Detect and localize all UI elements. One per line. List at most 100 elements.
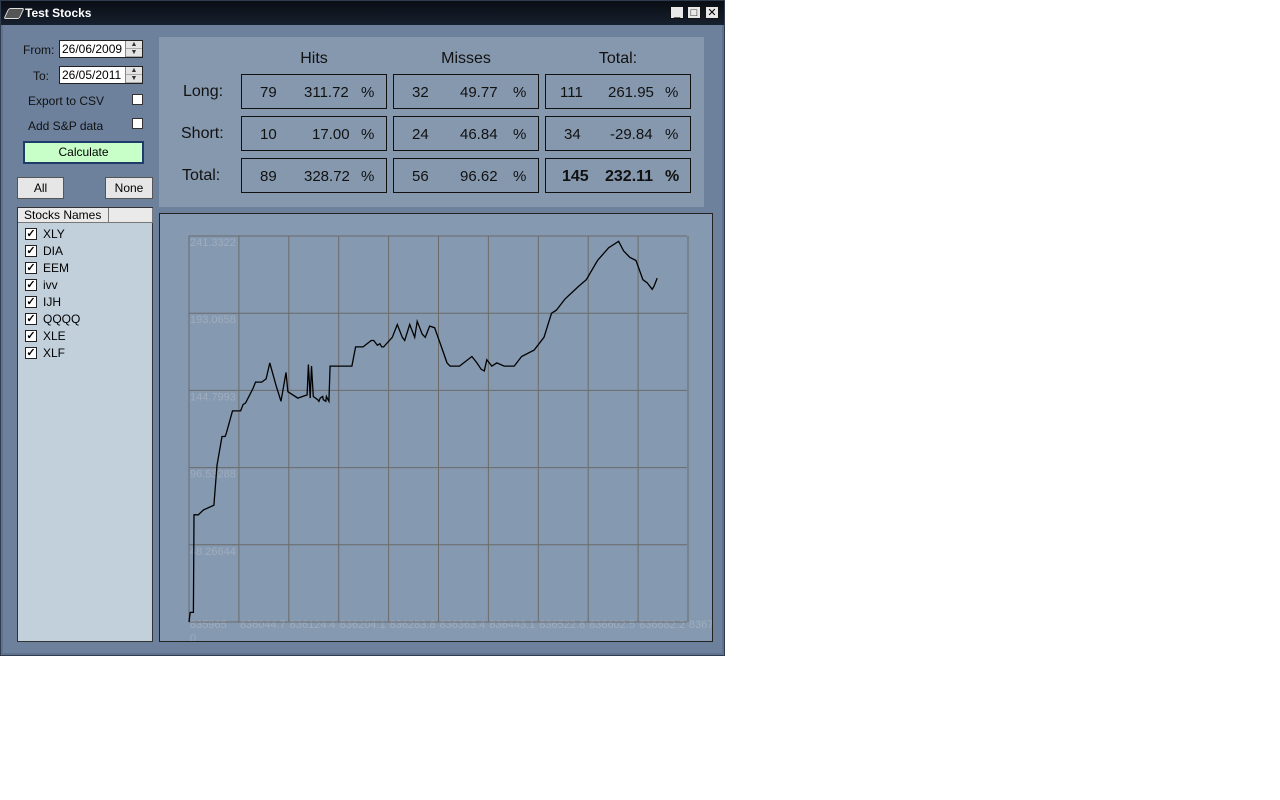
- y-tick-label: 48.26644: [190, 546, 236, 558]
- stock-checkbox[interactable]: ✓: [25, 296, 37, 308]
- export-csv-label: Export to CSV: [28, 94, 105, 108]
- short-misses-pct: 46.84: [460, 126, 498, 143]
- long-misses-pct: 49.77: [460, 84, 498, 101]
- x-tick-label: 836443.1: [489, 619, 535, 631]
- stock-checkbox[interactable]: ✓: [25, 245, 37, 257]
- results-panel: Hits Misses Total: Long: Short: Total: 7…: [159, 37, 704, 207]
- grand-total-pct: 232.11: [605, 168, 654, 185]
- stock-checkbox[interactable]: ✓: [25, 330, 37, 342]
- sp-data-label: Add S&P data: [28, 119, 104, 133]
- profit-series-line: [188, 240, 658, 623]
- spin-up-icon[interactable]: ▲: [126, 67, 142, 75]
- pct-sign: %: [513, 84, 527, 101]
- app-window: Test Stocks _ □ ✕ From: 26/06/2009 ▲ ▼ To…: [0, 0, 725, 656]
- x-tick-label: 836124.4: [290, 619, 336, 631]
- title-bar[interactable]: Test Stocks _ □ ✕: [1, 1, 724, 25]
- to-date-spinner[interactable]: ▲ ▼: [125, 67, 142, 83]
- select-none-button[interactable]: None: [105, 177, 153, 199]
- short-total-count: 34: [564, 126, 581, 143]
- x-tick-label: 836682.2: [639, 619, 685, 631]
- x-tick-label: 836044.7: [240, 619, 286, 631]
- from-label: From:: [23, 43, 55, 57]
- total-row-label: Total:: [182, 167, 221, 184]
- pct-sign: %: [513, 126, 527, 143]
- y-tick-label: 144.7993: [190, 391, 236, 403]
- short-hits-cell: 10 17.00 %: [241, 116, 387, 151]
- short-misses-cell: 24 46.84 %: [393, 116, 539, 151]
- pct-sign: %: [665, 126, 679, 143]
- total-hits-pct: 328.72: [304, 168, 350, 185]
- short-total-cell: 34 -29.84 %: [545, 116, 691, 151]
- x-tick-label: 836283.8: [390, 619, 436, 631]
- stock-name: EEM: [43, 261, 70, 275]
- total-header: Total:: [598, 50, 638, 67]
- y-tick-label: 241.3322: [190, 237, 236, 249]
- hits-header: Hits: [300, 50, 328, 67]
- minimize-button[interactable]: _: [670, 6, 684, 19]
- short-hits-pct: 17.00: [312, 126, 350, 143]
- y-tick-label: 193.0658: [190, 314, 236, 326]
- pct-sign: %: [361, 84, 375, 101]
- x-tick-label: 836602.5: [589, 619, 635, 631]
- calculate-button[interactable]: Calculate: [23, 141, 144, 164]
- misses-header: Misses: [441, 50, 491, 67]
- stock-name: DIA: [43, 244, 64, 258]
- stock-name: QQQQ: [43, 312, 81, 326]
- profit-chart-svg: 835965 836044.7 836124.4 836204.1 836283.8 83…: [188, 235, 712, 641]
- to-date-value: 26/05/2011: [62, 68, 122, 82]
- stock-name: XLF: [43, 346, 66, 360]
- total-misses-count: 56: [412, 168, 429, 185]
- from-date-value: 26/06/2009: [62, 42, 123, 56]
- y-tick-label: 96.53288: [190, 469, 236, 481]
- spin-down-icon[interactable]: ▼: [126, 49, 142, 57]
- from-date-picker[interactable]: 26/06/2009 ▲ ▼: [59, 40, 143, 58]
- sp-data-checkbox[interactable]: [132, 118, 143, 129]
- total-misses-cell: 56 96.62 %: [393, 158, 539, 193]
- long-hits-count: 79: [260, 84, 277, 101]
- spin-up-icon[interactable]: ▲: [126, 41, 142, 49]
- stock-checkbox[interactable]: ✓: [25, 262, 37, 274]
- export-csv-checkbox[interactable]: [132, 94, 143, 105]
- pct-sign: %: [361, 126, 375, 143]
- short-total-pct: -29.84: [610, 126, 653, 143]
- stocks-list[interactable]: Stocks Names ✓ XLY ✓ DIA ✓ EEM ✓ ivv ✓ IJH ✓ QQQQ ✓ X…: [17, 207, 153, 642]
- grand-total-count: 145: [562, 168, 589, 185]
- pct-sign: %: [665, 84, 679, 101]
- x-tick-label: 836363.4: [440, 619, 486, 631]
- x-tick-label: 835965: [190, 619, 227, 631]
- long-row-label: Long:: [183, 83, 224, 100]
- long-misses-cell: 32 49.77 %: [393, 74, 539, 109]
- profit-chart: 835965 836044.7 836124.4 836204.1 836283.8 83…: [159, 213, 713, 642]
- stock-name: ivv: [43, 278, 58, 292]
- stock-checkbox[interactable]: ✓: [25, 228, 37, 240]
- long-total-cell: 111 261.95 %: [545, 74, 691, 109]
- stock-name: XLE: [43, 329, 66, 343]
- stock-checkbox[interactable]: ✓: [25, 313, 37, 325]
- to-date-picker[interactable]: 26/05/2011 ▲ ▼: [59, 66, 143, 84]
- short-row-label: Short:: [181, 125, 224, 142]
- spin-down-icon[interactable]: ▼: [126, 75, 142, 83]
- long-hits-cell: 79 311.72 %: [241, 74, 387, 109]
- long-total-count: 111: [560, 84, 583, 101]
- stock-checkbox[interactable]: ✓: [25, 347, 37, 359]
- stocks-names-header[interactable]: Stocks Names: [18, 208, 109, 223]
- x-tick-label: 836522.8: [539, 619, 585, 631]
- x-tick-label-extra: 0: [190, 633, 196, 641]
- maximize-button[interactable]: □: [687, 6, 701, 19]
- select-all-button[interactable]: All: [17, 177, 64, 199]
- pct-sign: %: [361, 168, 375, 185]
- app-icon: [3, 8, 25, 19]
- from-date-spinner[interactable]: ▲ ▼: [125, 41, 142, 57]
- total-hits-cell: 89 328.72 %: [241, 158, 387, 193]
- short-hits-count: 10: [260, 126, 277, 143]
- to-label: To:: [33, 69, 50, 83]
- long-hits-pct: 311.72: [304, 84, 349, 101]
- stock-checkbox[interactable]: ✓: [25, 279, 37, 291]
- grand-total-cell: 145 232.11 %: [545, 158, 691, 193]
- stocks-extra-header[interactable]: [109, 208, 153, 223]
- long-total-pct: 261.95: [608, 84, 654, 101]
- close-button[interactable]: ✕: [705, 6, 719, 19]
- x-tick-label: 83676: [689, 619, 712, 631]
- total-misses-pct: 96.62: [460, 168, 498, 185]
- window-title: Test Stocks: [25, 6, 92, 20]
